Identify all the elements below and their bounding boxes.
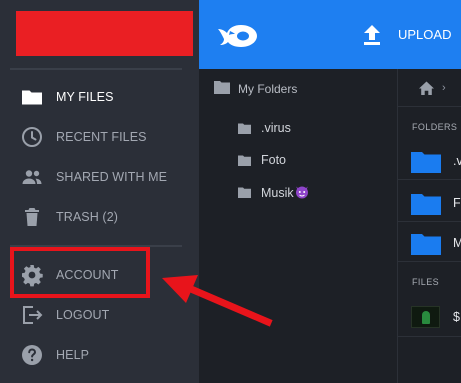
sidebar-item-recent-files[interactable]: RECENT FILES	[0, 117, 199, 157]
top-bar: UPLOAD	[199, 0, 461, 69]
file-name: $	[453, 310, 460, 324]
folder-tree: My Folders .virus Foto Musik	[199, 69, 398, 383]
folder-name: F	[453, 196, 461, 210]
tree-item-label: Musik	[261, 185, 309, 200]
sidebar-item-label: RECENT FILES	[56, 130, 147, 144]
chevron-right-icon: ›	[442, 82, 446, 94]
trash-icon	[25, 208, 39, 226]
folder-icon	[214, 81, 230, 94]
help-icon	[22, 345, 42, 365]
folder-name: M	[453, 236, 461, 250]
sidebar-item-trash[interactable]: TRASH (2)	[0, 197, 199, 237]
folder-icon	[22, 90, 42, 105]
upload-icon[interactable]	[362, 24, 382, 46]
breadcrumb: ›	[398, 69, 461, 107]
brand-logo-icon[interactable]	[216, 23, 260, 49]
content-panel: › FOLDERS .v F M FILES $	[398, 69, 461, 383]
folder-row[interactable]: .v	[398, 143, 461, 180]
folder-icon	[238, 187, 251, 198]
sidebar-item-logout[interactable]: LOGOUT	[0, 295, 199, 335]
sidebar-item-label: LOGOUT	[56, 308, 110, 322]
sidebar-item-my-files[interactable]: MY FILES	[0, 77, 199, 117]
tree-item-foto[interactable]: Foto	[199, 146, 398, 176]
sidebar-item-label: TRASH (2)	[56, 210, 119, 224]
folder-icon	[411, 234, 441, 255]
tree-item-virus[interactable]: .virus	[199, 114, 398, 144]
tree-root[interactable]: My Folders	[199, 69, 398, 107]
tree-root-label: My Folders	[238, 82, 298, 96]
sidebar-item-label: SHARED WITH ME	[56, 170, 168, 184]
logout-icon	[23, 306, 43, 324]
folders-heading: FOLDERS	[412, 122, 458, 132]
file-thumbnail	[411, 306, 440, 328]
home-icon[interactable]	[419, 81, 434, 95]
sidebar-item-help[interactable]: HELP	[0, 335, 199, 375]
people-icon	[22, 170, 42, 184]
app-window: MY FILES RECENT FILES SHARED WITH ME TRA…	[0, 0, 461, 383]
sidebar: MY FILES RECENT FILES SHARED WITH ME TRA…	[0, 0, 199, 383]
tree-item-label: .virus	[261, 121, 291, 135]
folder-row[interactable]: F	[398, 185, 461, 222]
files-heading: FILES	[412, 277, 440, 287]
sidebar-divider	[10, 68, 182, 70]
sidebar-item-shared-with-me[interactable]: SHARED WITH ME	[0, 157, 199, 197]
devil-emoji-icon	[295, 186, 308, 199]
tree-item-text: Musik	[261, 186, 294, 200]
sidebar-item-label: MY FILES	[56, 90, 114, 104]
upload-button[interactable]: UPLOAD	[398, 27, 451, 42]
folder-icon	[411, 194, 441, 215]
folder-row[interactable]: M	[398, 225, 461, 262]
sidebar-item-account[interactable]: ACCOUNT	[0, 255, 199, 295]
folder-icon	[238, 123, 251, 134]
sidebar-item-label: ACCOUNT	[56, 268, 119, 282]
tree-item-label: Foto	[261, 153, 287, 167]
folder-icon	[411, 152, 441, 173]
sidebar-divider	[10, 245, 182, 247]
folder-name: .v	[453, 154, 461, 168]
gear-icon	[22, 265, 43, 287]
file-row[interactable]: $	[398, 299, 461, 337]
folder-icon	[238, 155, 251, 166]
tree-item-musik[interactable]: Musik	[199, 178, 398, 208]
sidebar-item-label: HELP	[56, 348, 90, 362]
redacted-logo	[16, 11, 193, 56]
clock-icon	[22, 127, 42, 147]
